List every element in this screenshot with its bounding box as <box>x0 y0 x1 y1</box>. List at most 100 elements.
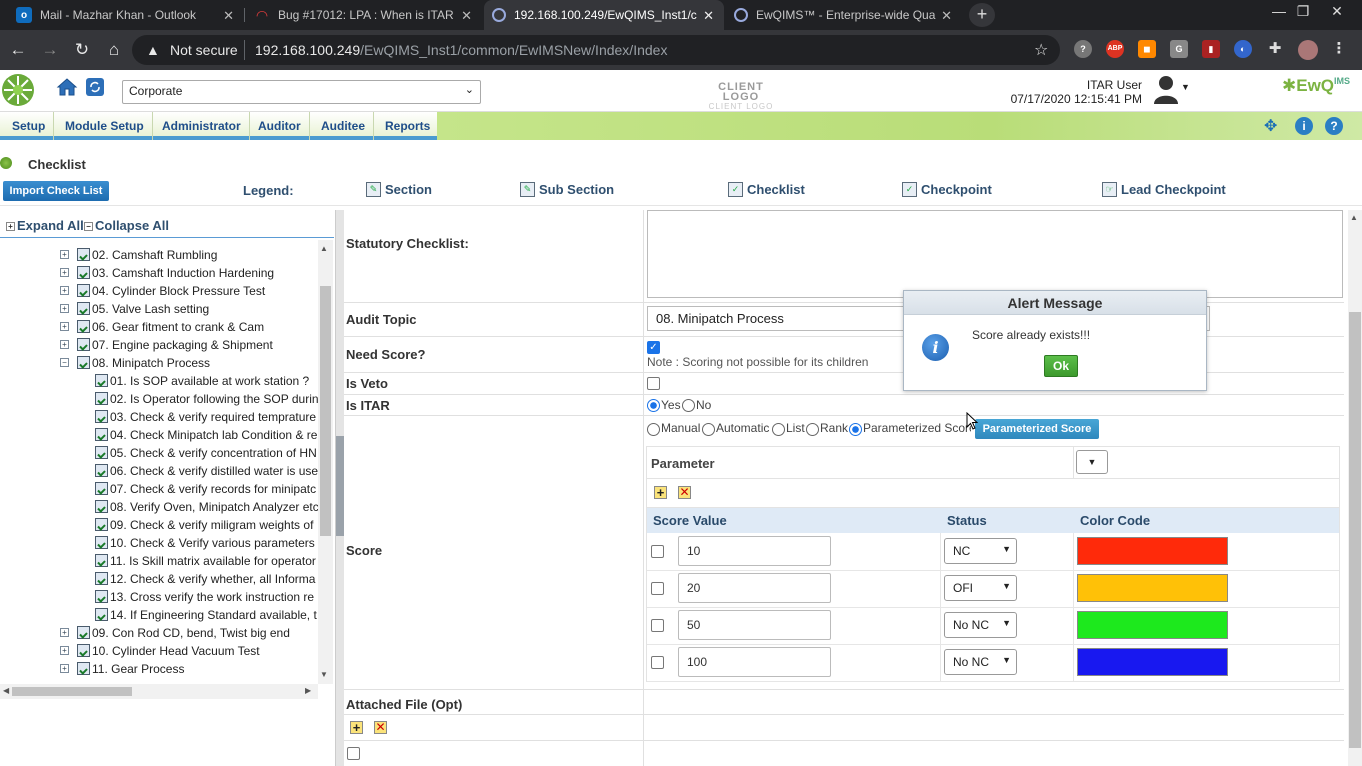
collapse-node-icon[interactable]: − <box>60 358 69 367</box>
tree-item[interactable]: +11. Gear Process <box>0 660 318 678</box>
expand-node-icon[interactable]: + <box>60 268 69 277</box>
tab-outlook[interactable]: o Mail - Mazhar Khan - Outlook ✕ <box>8 0 244 30</box>
parameter-select[interactable]: ▼ <box>1076 450 1108 474</box>
expand-node-icon[interactable]: + <box>60 340 69 349</box>
status-select[interactable]: No NC ▼ <box>944 612 1017 638</box>
tree-item[interactable]: 04. Check Minipatch lab Condition & re <box>0 426 318 444</box>
tree-item[interactable]: 10. Check & Verify various parameters <box>0 534 318 552</box>
extension-bag-icon[interactable]: ◼ <box>1138 40 1156 58</box>
score-row-checkbox[interactable] <box>651 619 664 632</box>
profile-avatar[interactable] <box>1298 40 1318 60</box>
tree-item[interactable]: 14. If Engineering Standard available, t <box>0 606 318 624</box>
tree-item[interactable]: 12. Check & verify whether, all Informa <box>0 570 318 588</box>
splitter-grip[interactable] <box>336 436 344 536</box>
tree-item[interactable]: +09. Con Rod CD, bend, Twist big end <box>0 624 318 642</box>
home-browser-icon[interactable]: ⌂ <box>104 40 124 60</box>
color-code-swatch[interactable] <box>1077 648 1228 676</box>
refresh-icon[interactable] <box>86 78 104 96</box>
scroll-up-icon[interactable]: ▲ <box>320 244 328 253</box>
tree-item[interactable]: +02. Camshaft Rumbling <box>0 246 318 264</box>
menu-reports[interactable]: Reports <box>377 112 438 140</box>
expand-node-icon[interactable]: + <box>60 304 69 313</box>
delete-file-icon[interactable]: ✕ <box>374 721 387 734</box>
tree-item[interactable]: 03. Check & verify required temprature <box>0 408 318 426</box>
home-icon[interactable] <box>56 76 78 98</box>
score-manual-radio[interactable] <box>647 423 660 436</box>
import-checklist-button[interactable]: Import Check List <box>3 181 109 201</box>
scroll-up-icon[interactable]: ▲ <box>1350 213 1358 222</box>
tree-item[interactable]: 07. Check & verify records for minipatc <box>0 480 318 498</box>
status-select[interactable]: No NC ▼ <box>944 649 1017 675</box>
adblock-icon[interactable]: ABP <box>1106 40 1124 58</box>
score-value-input[interactable]: 20 <box>678 573 831 603</box>
tab-active-ewqims[interactable]: 192.168.100.249/EwQIMS_Inst1/c ✕ <box>484 0 724 30</box>
extension-g-icon[interactable]: G <box>1170 40 1188 58</box>
parameterized-score-button[interactable]: Parameterized Score <box>975 419 1099 439</box>
tree-item[interactable]: +06. Gear fitment to crank & Cam <box>0 318 318 336</box>
statutory-checklist-textarea[interactable] <box>647 210 1343 298</box>
user-avatar-icon[interactable] <box>1152 74 1180 104</box>
expand-node-icon[interactable]: + <box>60 664 69 673</box>
restore-icon[interactable]: ❐ <box>1288 0 1318 24</box>
tree-item[interactable]: +07. Engine packaging & Shipment <box>0 336 318 354</box>
info-icon[interactable]: i <box>1295 117 1313 135</box>
forward-icon[interactable]: → <box>40 40 60 60</box>
tab-ewqims[interactable]: EwQIMS™ - Enterprise-wide Qua ✕ <box>726 0 962 30</box>
menu-auditor[interactable]: Auditor <box>250 112 310 140</box>
expand-node-icon[interactable]: + <box>60 322 69 331</box>
extension-help-icon[interactable]: ? <box>1074 40 1092 58</box>
reload-icon[interactable]: ↻ <box>72 40 92 60</box>
not-secure-label[interactable]: Not secure <box>170 42 238 58</box>
menu-setup[interactable]: Setup <box>4 112 55 140</box>
tree-hscroll-thumb[interactable] <box>12 687 132 696</box>
tree-item[interactable]: − 08. Minipatch Process <box>0 354 318 372</box>
score-value-input[interactable]: 10 <box>678 536 831 566</box>
main-scroll-thumb[interactable] <box>1349 312 1361 748</box>
itar-yes-radio[interactable] <box>647 399 660 412</box>
extension-pdf-icon[interactable]: ▮ <box>1202 40 1220 58</box>
expand-node-icon[interactable]: + <box>60 250 69 259</box>
bookmark-star-icon[interactable]: ☆ <box>1034 40 1048 60</box>
warning-icon[interactable]: ▲ <box>146 42 160 58</box>
close-tab-icon[interactable]: ✕ <box>461 8 472 24</box>
expand-node-icon[interactable]: + <box>60 646 69 655</box>
collapse-all-button[interactable]: − Collapse All <box>84 218 169 233</box>
expand-node-icon[interactable]: + <box>60 286 69 295</box>
pin-icon[interactable]: ✥ <box>1264 116 1277 136</box>
need-score-checkbox[interactable]: ✓ <box>647 341 660 354</box>
tree-item[interactable]: +05. Valve Lash setting <box>0 300 318 318</box>
score-list-radio[interactable] <box>772 423 785 436</box>
score-row-checkbox[interactable] <box>651 656 664 669</box>
alert-ok-button[interactable]: Ok <box>1044 355 1078 377</box>
back-icon[interactable]: ← <box>8 40 28 60</box>
score-rank-radio[interactable] <box>806 423 819 436</box>
color-code-swatch[interactable] <box>1077 611 1228 639</box>
expand-all-button[interactable]: + Expand All <box>6 218 84 233</box>
close-tab-icon[interactable]: ✕ <box>941 8 952 24</box>
tree-item[interactable]: 05. Check & verify concentration of HN <box>0 444 318 462</box>
tree-item[interactable]: +03. Camshaft Induction Hardening <box>0 264 318 282</box>
extensions-puzzle-icon[interactable]: ✚ <box>1266 40 1284 58</box>
status-select[interactable]: OFI ▼ <box>944 575 1017 601</box>
scroll-down-icon[interactable]: ▼ <box>320 670 328 679</box>
scroll-right-icon[interactable]: ▶ <box>305 686 311 695</box>
tree-item[interactable]: +04. Cylinder Block Pressure Test <box>0 282 318 300</box>
tree-item[interactable]: 06. Check & verify distilled water is us… <box>0 462 318 480</box>
score-automatic-radio[interactable] <box>702 423 715 436</box>
tree-item[interactable]: 11. Is Skill matrix available for operat… <box>0 552 318 570</box>
close-tab-icon[interactable]: ✕ <box>223 8 234 24</box>
tree-item[interactable]: 02. Is Operator following the SOP durin <box>0 390 318 408</box>
help-icon[interactable]: ? <box>1325 117 1343 135</box>
menu-module-setup[interactable]: Module Setup <box>57 112 153 140</box>
tree-scroll-thumb[interactable] <box>320 286 331 536</box>
tree-item[interactable]: +10. Cylinder Head Vacuum Test <box>0 642 318 660</box>
add-row-icon[interactable]: + <box>654 486 667 499</box>
score-value-input[interactable]: 100 <box>678 647 831 677</box>
is-veto-checkbox[interactable] <box>647 377 660 390</box>
tree-item[interactable]: 09. Check & verify miligram weights of <box>0 516 318 534</box>
score-value-input[interactable]: 50 <box>678 610 831 640</box>
attachment-checkbox[interactable] <box>347 747 360 760</box>
new-tab-button[interactable]: + <box>969 3 995 27</box>
score-row-checkbox[interactable] <box>651 545 664 558</box>
tree-item[interactable]: 08. Verify Oven, Minipatch Analyzer etc <box>0 498 318 516</box>
